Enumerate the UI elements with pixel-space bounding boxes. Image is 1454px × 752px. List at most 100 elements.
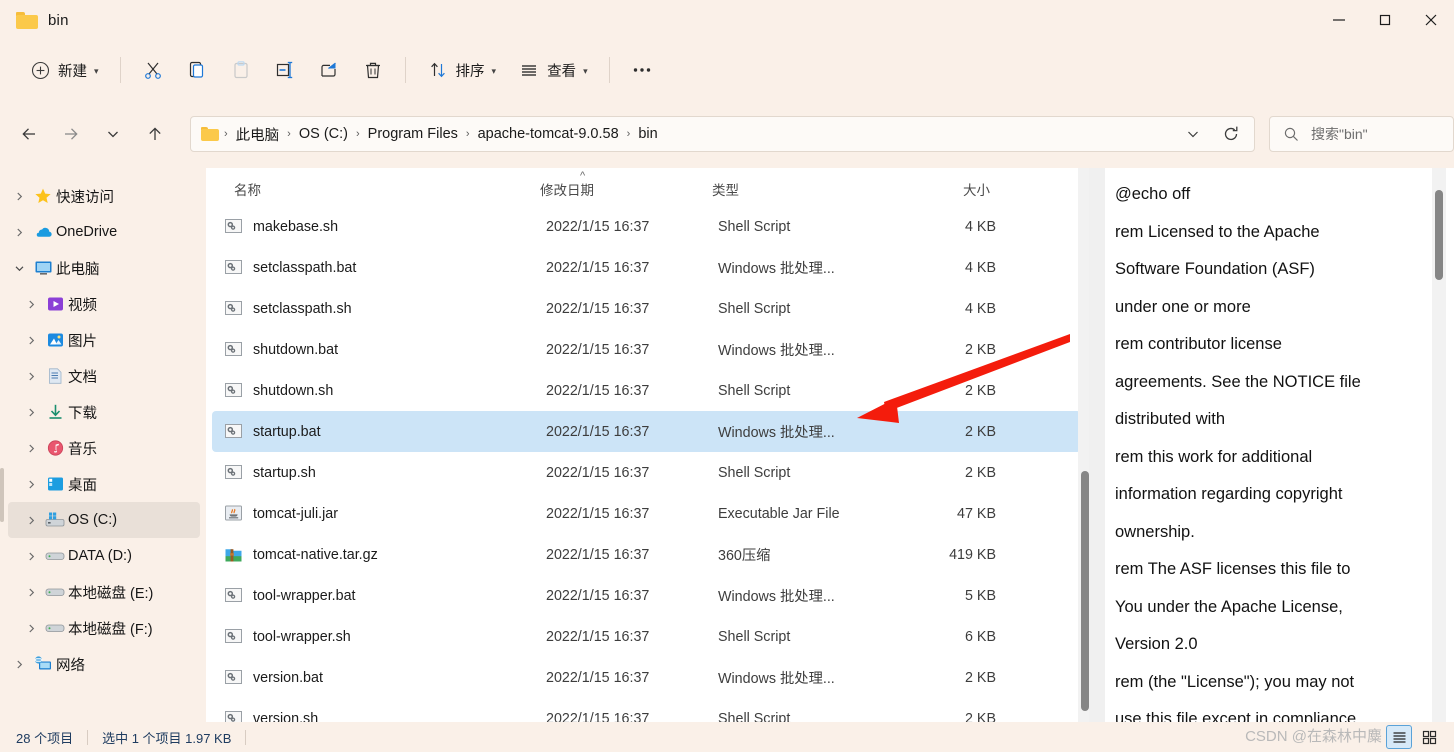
copy-button[interactable]: [175, 52, 219, 88]
chevron-right-icon[interactable]: [20, 299, 42, 310]
chevron-right-icon[interactable]: [8, 191, 30, 202]
cut-button[interactable]: [131, 52, 175, 88]
file-type-cell: Windows 批处理...: [718, 671, 835, 687]
sidebar-item-5[interactable]: 文档: [8, 358, 200, 394]
sidebar-item-11[interactable]: 本地磁盘 (E:): [8, 574, 200, 610]
file-name-label: setclasspath.sh: [253, 300, 352, 317]
file-name-label: shutdown.bat: [253, 341, 339, 358]
file-date-cell: 2022/1/15 16:37: [546, 341, 650, 358]
sidebar-scrollbar[interactable]: [0, 168, 4, 722]
breadcrumb-item-0[interactable]: 此电脑: [231, 121, 285, 148]
toolbar-divider: [119, 57, 121, 83]
script-file-icon: [224, 627, 244, 647]
file-name-label: tomcat-native.tar.gz: [253, 546, 378, 563]
chevron-right-icon[interactable]: [20, 551, 42, 562]
more-options-button[interactable]: [620, 52, 664, 88]
large-icons-view-button[interactable]: [1416, 725, 1442, 749]
table-row[interactable]: tool-wrapper.bat 2022/1/15 16:37 Windows 批…: [212, 575, 1081, 616]
sidebar-item-0[interactable]: 快速访问: [8, 178, 200, 214]
preview-scrollbar[interactable]: [1432, 168, 1446, 722]
breadcrumb-item-1[interactable]: OS (C:): [294, 123, 353, 145]
back-button[interactable]: [12, 117, 46, 151]
sidebar-item-1[interactable]: OneDrive: [8, 214, 200, 250]
table-row[interactable]: tomcat-native.tar.gz 2022/1/15 16:37 360压缩…: [212, 534, 1081, 575]
script-file-icon: [224, 299, 244, 319]
rename-button[interactable]: [263, 52, 307, 88]
sidebar-item-3[interactable]: 视频: [8, 286, 200, 322]
breadcrumb-item-2[interactable]: Program Files: [363, 123, 463, 145]
minimize-button[interactable]: [1316, 0, 1362, 40]
chevron-right-icon[interactable]: [20, 443, 42, 454]
chevron-right-icon[interactable]: [20, 335, 42, 346]
sidebar-item-12[interactable]: 本地磁盘 (F:): [8, 610, 200, 646]
table-row[interactable]: setclasspath.bat 2022/1/15 16:37 Windows 批…: [212, 247, 1081, 288]
refresh-button[interactable]: [1212, 118, 1250, 150]
chevron-right-icon[interactable]: [20, 371, 42, 382]
details-view-button[interactable]: [1386, 725, 1412, 749]
sidebar-item-6[interactable]: 下载: [8, 394, 200, 430]
file-date-cell: 2022/1/15 16:37: [546, 464, 650, 481]
table-row[interactable]: version.sh 2022/1/15 16:37 Shell Script 2 K…: [212, 698, 1081, 722]
close-button[interactable]: [1408, 0, 1454, 40]
address-bar-row: › 此电脑 › OS (C:) › Program Files › apache…: [0, 100, 1454, 168]
breadcrumb-item-4[interactable]: bin: [633, 123, 662, 145]
column-header-type[interactable]: 类型: [700, 179, 890, 199]
desktop-icon: [42, 475, 68, 493]
maximize-button[interactable]: [1362, 0, 1408, 40]
forward-button[interactable]: [54, 117, 88, 151]
table-row[interactable]: tool-wrapper.sh 2022/1/15 16:37 Shell Scri…: [212, 616, 1081, 657]
up-button[interactable]: [138, 117, 172, 151]
view-button[interactable]: 查看 ▾: [507, 52, 599, 88]
column-headers: 名称 修改日期 类型 大小: [206, 168, 1089, 206]
chevron-down-icon[interactable]: [8, 263, 30, 274]
sidebar-item-2[interactable]: 此电脑: [8, 250, 200, 286]
paste-button[interactable]: [219, 52, 263, 88]
chevron-right-icon[interactable]: [20, 407, 42, 418]
chevron-right-icon[interactable]: [8, 659, 30, 670]
delete-button[interactable]: [351, 52, 395, 88]
sidebar-scrollbar-thumb[interactable]: [0, 468, 4, 522]
table-row[interactable]: startup.bat 2022/1/15 16:37 Windows 批处理...…: [212, 411, 1081, 452]
copy-icon: [186, 59, 208, 81]
file-list-scrollbar-thumb[interactable]: [1081, 471, 1089, 711]
recent-locations-button[interactable]: [96, 117, 130, 151]
sort-button[interactable]: 排序 ▾: [416, 52, 508, 88]
table-row[interactable]: tomcat-juli.jar 2022/1/15 16:37 Executable…: [212, 493, 1081, 534]
breadcrumb-dropdown-button[interactable]: [1174, 118, 1212, 150]
new-button[interactable]: 新建 ▾: [18, 52, 110, 88]
search-input[interactable]: 搜索"bin": [1311, 124, 1368, 144]
chevron-right-icon[interactable]: [20, 587, 42, 598]
folder-icon: [16, 11, 38, 29]
window-controls: [1316, 0, 1454, 40]
table-row[interactable]: makebase.sh 2022/1/15 16:37 Shell Script 4 …: [212, 206, 1081, 247]
chevron-right-icon[interactable]: [8, 227, 30, 238]
sidebar-item-label: 网络: [56, 657, 85, 674]
chevron-right-icon[interactable]: [20, 623, 42, 634]
table-row[interactable]: startup.sh 2022/1/15 16:37 Shell Script 2 K…: [212, 452, 1081, 493]
sidebar-item-8[interactable]: 桌面: [8, 466, 200, 502]
share-button[interactable]: [307, 52, 351, 88]
sidebar-item-label: 下载: [68, 405, 97, 422]
sidebar-item-4[interactable]: 图片: [8, 322, 200, 358]
sidebar-item-9[interactable]: OS (C:): [8, 502, 200, 538]
chevron-down-icon: ▾: [491, 65, 497, 76]
table-row[interactable]: shutdown.sh 2022/1/15 16:37 Shell Script 2 …: [212, 370, 1081, 411]
chevron-right-icon[interactable]: [20, 479, 42, 490]
file-name-cell: tomcat-native.tar.gz: [212, 545, 534, 565]
breadcrumb-item-3[interactable]: apache-tomcat-9.0.58: [473, 123, 624, 145]
chevron-right-icon[interactable]: [20, 515, 42, 526]
column-header-date[interactable]: 修改日期: [528, 179, 700, 199]
column-header-size[interactable]: 大小: [890, 179, 1000, 199]
list-lines-icon: [518, 59, 540, 81]
sidebar-item-13[interactable]: 网络: [8, 646, 200, 682]
column-header-name[interactable]: 名称: [206, 179, 528, 199]
file-name-label: tool-wrapper.sh: [253, 628, 351, 645]
table-row[interactable]: version.bat 2022/1/15 16:37 Windows 批处理...…: [212, 657, 1081, 698]
sidebar-item-7[interactable]: 音乐: [8, 430, 200, 466]
search-box[interactable]: 搜索"bin": [1269, 116, 1454, 152]
table-row[interactable]: shutdown.bat 2022/1/15 16:37 Windows 批处理..…: [212, 329, 1081, 370]
sidebar-item-10[interactable]: DATA (D:): [8, 538, 200, 574]
breadcrumb-bar[interactable]: › 此电脑 › OS (C:) › Program Files › apache…: [190, 116, 1255, 152]
preview-scrollbar-thumb[interactable]: [1435, 190, 1443, 280]
table-row[interactable]: setclasspath.sh 2022/1/15 16:37 Shell Scri…: [212, 288, 1081, 329]
